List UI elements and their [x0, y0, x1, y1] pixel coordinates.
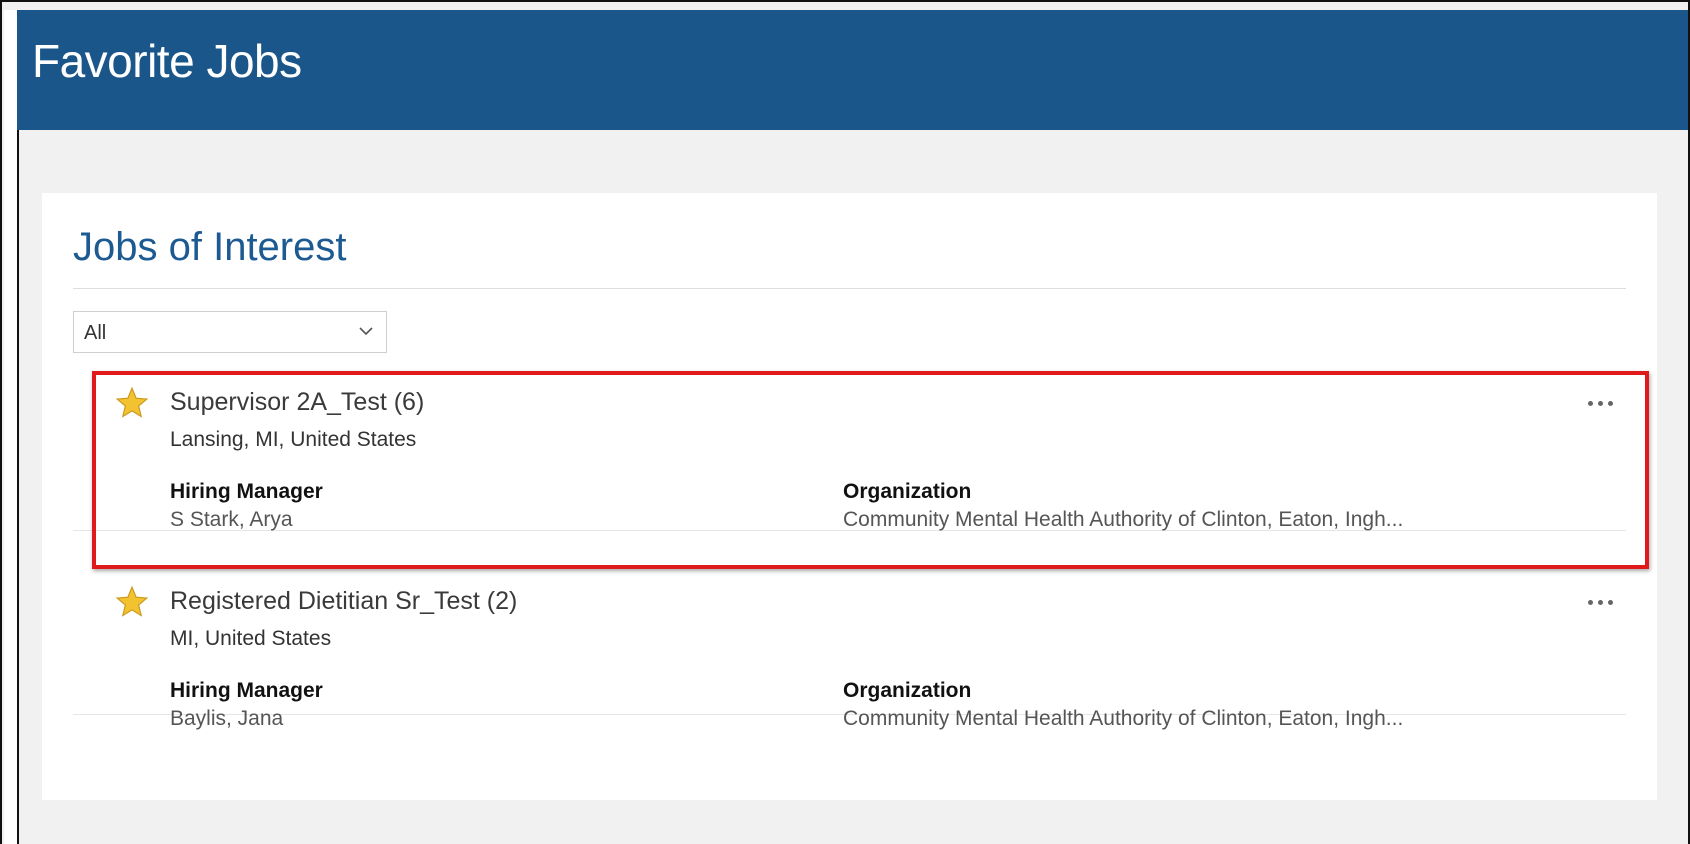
- hiring-manager-label: Hiring Manager: [170, 480, 323, 503]
- organization-value: Community Mental Health Authority of Cli…: [843, 707, 1404, 730]
- app-frame: Favorite Jobs Jobs of Interest All Super…: [0, 0, 1690, 844]
- more-actions-icon[interactable]: [1586, 592, 1616, 612]
- jobs-of-interest-card: Jobs of Interest All Supervisor 2A_Test …: [42, 193, 1657, 800]
- more-actions-icon[interactable]: [1586, 393, 1616, 413]
- job-location: Lansing, MI, United States: [170, 428, 417, 451]
- hiring-manager-label: Hiring Manager: [170, 679, 323, 702]
- job-list-item[interactable]: Registered Dietitian Sr_Test (2) MI, Uni…: [73, 567, 1626, 765]
- hiring-manager-value: Baylis, Jana: [170, 707, 284, 730]
- job-list-item[interactable]: Supervisor 2A_Test (6) Lansing, MI, Unit…: [73, 368, 1626, 566]
- chevron-down-icon: [359, 327, 373, 336]
- job-filter-select[interactable]: All: [73, 311, 387, 353]
- left-margin: [4, 10, 17, 844]
- job-title-link[interactable]: Registered Dietitian Sr_Test (2): [170, 587, 517, 616]
- filter-selected-value: All: [84, 322, 107, 344]
- organization-label: Organization: [843, 679, 972, 702]
- hiring-manager-value: S Stark, Arya: [170, 508, 293, 531]
- frame-border: [17, 10, 19, 844]
- page-title: Favorite Jobs: [32, 35, 302, 87]
- organization-label: Organization: [843, 480, 972, 503]
- page-header: Favorite Jobs: [17, 10, 1688, 130]
- job-title-link[interactable]: Supervisor 2A_Test (6): [170, 388, 424, 417]
- star-icon[interactable]: [115, 585, 149, 619]
- divider: [73, 288, 1626, 289]
- job-location: MI, United States: [170, 627, 332, 650]
- section-title: Jobs of Interest: [73, 225, 347, 269]
- organization-value: Community Mental Health Authority of Cli…: [843, 508, 1404, 531]
- star-icon[interactable]: [115, 386, 149, 420]
